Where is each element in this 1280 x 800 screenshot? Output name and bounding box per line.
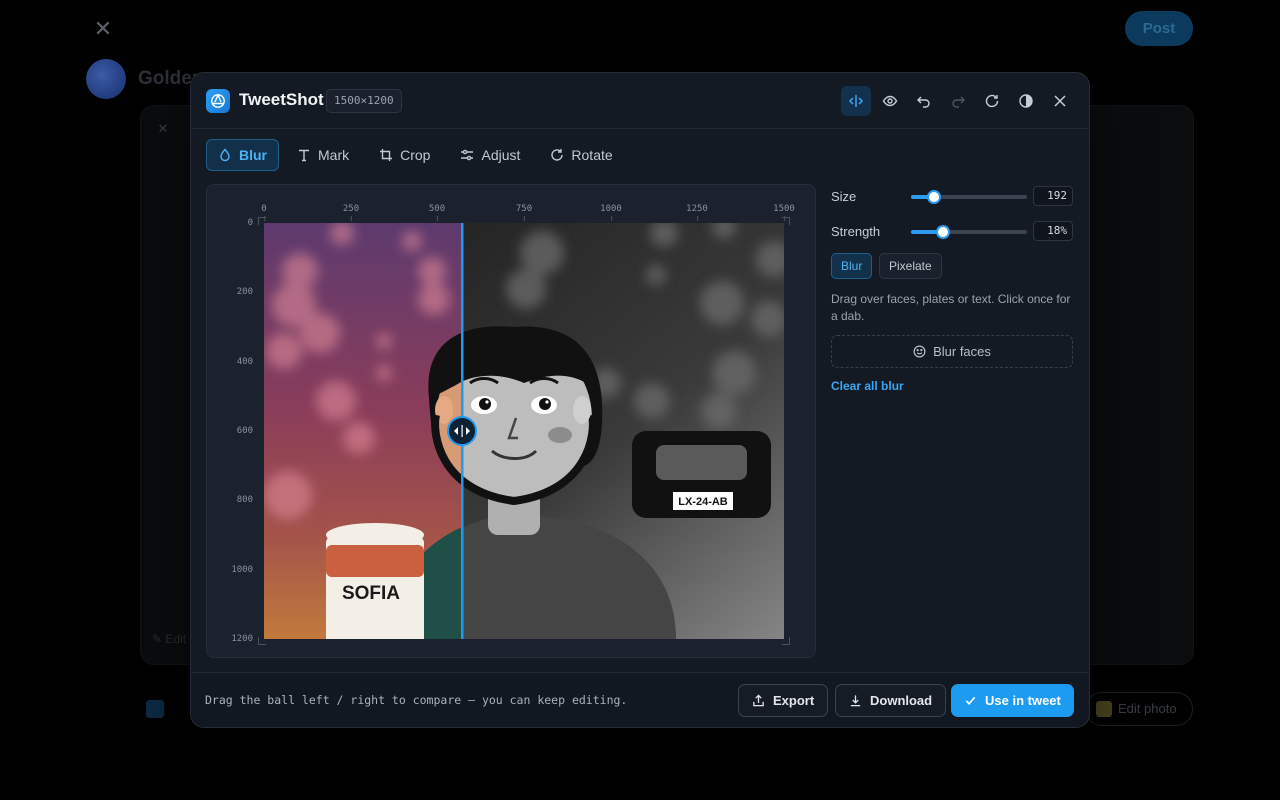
ruler-tick: 1200: [231, 634, 253, 644]
app-logo-icon: [206, 89, 230, 113]
check-icon: [965, 696, 976, 705]
tab-crop[interactable]: Crop: [367, 139, 442, 171]
ruler-tick: 600: [236, 426, 253, 436]
tab-rotate[interactable]: Rotate: [538, 139, 624, 171]
close-icon: [1054, 95, 1066, 107]
tab-mark-label: Mark: [318, 147, 350, 163]
contrast-icon: [1019, 94, 1033, 108]
use-in-tweet-label: Use in tweet: [985, 693, 1061, 708]
app-title: TweetShot: [239, 90, 324, 109]
tab-mark[interactable]: Mark: [285, 139, 361, 171]
ruler-tick: 1000: [231, 565, 253, 575]
modal-header: TweetShot 1500×1200: [191, 73, 1089, 129]
ruler-tick: 1500: [773, 204, 795, 221]
blur-faces-label: Blur faces: [933, 344, 991, 359]
blur-faces-button[interactable]: Blur faces: [831, 335, 1073, 368]
photo-preview[interactable]: LX-24-AB SOFIA: [264, 223, 784, 639]
close-modal-button[interactable]: [1045, 86, 1075, 116]
ruler-tick: 1000: [600, 204, 622, 221]
compare-hint-text: Drag the ball left / right to compare — …: [205, 693, 628, 707]
image-dimensions-badge: 1500×1200: [326, 89, 402, 113]
ruler-tick: 0: [247, 218, 253, 228]
smiley-icon: [913, 345, 926, 358]
photo-editor-modal: TweetShot 1500×1200 Blur Mark Crop Adjus…: [190, 72, 1090, 728]
ruler-tick: 0: [261, 204, 267, 221]
crop-icon: [380, 149, 393, 161]
mode-blur-button[interactable]: Blur: [831, 253, 873, 279]
mode-pixelate-button[interactable]: Pixelate: [879, 253, 942, 279]
compare-icon: [848, 95, 864, 107]
blur-hint-text: Drag over faces, plates or text. Click o…: [831, 292, 1071, 323]
compare-button[interactable]: [841, 86, 871, 116]
editor-canvas: 0 250 500 750 1000 1250 1500 0 200 400 6…: [206, 184, 816, 658]
tab-rotate-label: Rotate: [571, 147, 613, 163]
tab-blur[interactable]: Blur: [206, 139, 279, 171]
redo-button[interactable]: [943, 86, 973, 116]
background-media-remove-icon: ✕: [157, 121, 169, 136]
plate-text: LX-24-AB: [678, 496, 728, 508]
reset-icon: [985, 94, 999, 108]
text-mark-icon: [299, 149, 309, 162]
contrast-button[interactable]: [1011, 86, 1041, 116]
reset-button[interactable]: [977, 86, 1007, 116]
eye-icon: [882, 95, 898, 107]
undo-button[interactable]: [909, 86, 939, 116]
size-value-input[interactable]: 192: [1033, 186, 1073, 206]
blur-drop-icon: [220, 148, 230, 162]
tab-blur-label: Blur: [239, 147, 267, 163]
export-button[interactable]: Export: [738, 684, 829, 717]
background-avatar: [86, 59, 126, 99]
preview-button[interactable]: [875, 86, 905, 116]
strength-label: Strength: [831, 224, 881, 239]
top-ruler: 0 250 500 750 1000 1250 1500: [207, 185, 815, 225]
strength-slider[interactable]: [911, 225, 1027, 239]
download-label: Download: [870, 693, 933, 708]
share-icon: [753, 694, 764, 707]
strength-slider-knob[interactable]: [936, 225, 951, 239]
ruler-tick: 1250: [686, 204, 708, 221]
download-icon: [850, 695, 861, 707]
ruler-tick: 750: [515, 204, 533, 221]
ruler-tick: 200: [236, 287, 253, 297]
use-in-tweet-button[interactable]: Use in tweet: [951, 684, 1074, 717]
clear-all-blur-link[interactable]: Clear all blur: [831, 379, 904, 393]
download-button[interactable]: Download: [835, 684, 947, 717]
tab-crop-label: Crop: [400, 147, 431, 163]
size-slider-knob[interactable]: [927, 190, 942, 204]
rotate-icon: [551, 149, 564, 161]
compare-handle[interactable]: [447, 416, 477, 446]
background-edit-photo-button: Edit photo: [1085, 692, 1193, 726]
export-label: Export: [773, 693, 815, 708]
mug-text: SOFIA: [342, 583, 400, 604]
size-label: Size: [831, 189, 857, 204]
ruler-tick: 800: [236, 495, 253, 505]
ruler-tick: 400: [236, 357, 253, 367]
ruler-tick: 500: [428, 204, 446, 221]
redo-icon: [952, 96, 965, 108]
background-post-button: Post: [1125, 11, 1193, 46]
tab-adjust[interactable]: Adjust: [448, 139, 532, 171]
modal-footer: Drag the ball left / right to compare — …: [191, 672, 1089, 727]
ruler-tick: 250: [342, 204, 360, 221]
background-close-icon: ✕: [93, 16, 113, 41]
background-media-icon: [146, 700, 164, 718]
tab-adjust-label: Adjust: [481, 147, 521, 163]
undo-icon: [917, 96, 930, 108]
strength-value-input[interactable]: 18%: [1033, 221, 1073, 241]
sliders-icon: [461, 149, 474, 161]
tool-tabs: Blur Mark Crop Adjust Rotate: [206, 139, 625, 171]
background-edit-hint: ✎ Edit: [152, 632, 187, 646]
size-slider[interactable]: [911, 190, 1027, 204]
